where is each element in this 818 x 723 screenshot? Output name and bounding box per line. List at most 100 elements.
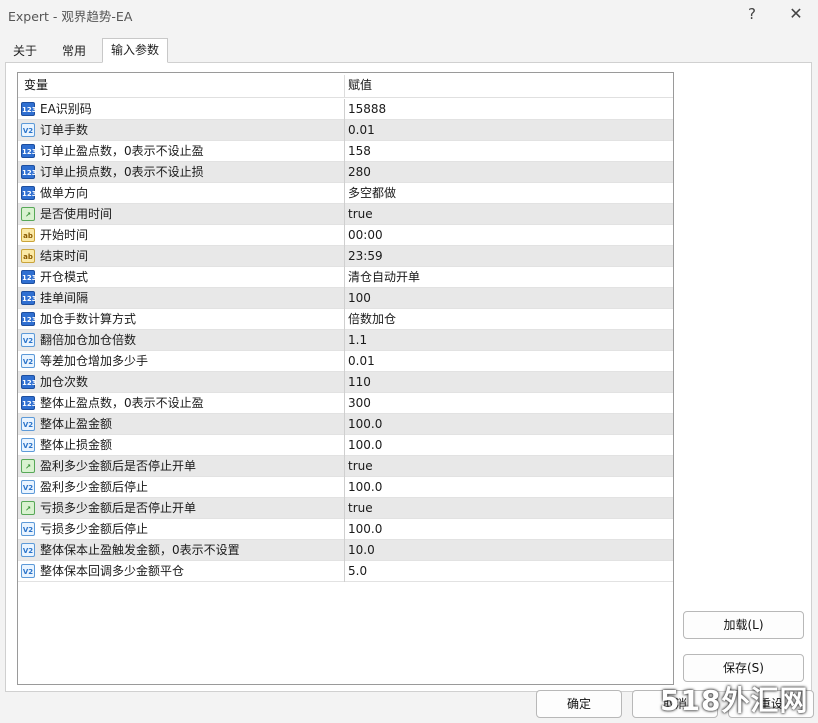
- column-header-variable[interactable]: 变量: [24, 73, 48, 98]
- param-name: 做单方向: [40, 186, 89, 200]
- table-row[interactable]: 123 开仓模式 清仓自动开单: [18, 267, 673, 288]
- double-param-icon: V2: [21, 564, 35, 578]
- table-row[interactable]: ab 开始时间 00:00: [18, 225, 673, 246]
- param-value[interactable]: 0.01: [348, 351, 375, 372]
- param-name: 加仓手数计算方式: [40, 312, 137, 326]
- table-row[interactable]: ab 结束时间 23:59: [18, 246, 673, 267]
- table-row[interactable]: ↗ 是否使用时间 true: [18, 204, 673, 225]
- table-row[interactable]: 123 订单止损点数，0表示不设止损 280: [18, 162, 673, 183]
- close-icon[interactable]: ✕: [782, 3, 810, 25]
- param-value[interactable]: true: [348, 498, 373, 519]
- param-name: 订单止损点数，0表示不设止损: [40, 165, 204, 179]
- int-param-icon: 123: [21, 186, 37, 200]
- param-name: 翻倍加仓加仓倍数: [40, 333, 137, 347]
- table-row[interactable]: V2 整体保本止盈触发金额，0表示不设置 10.0: [18, 540, 673, 561]
- parameters-grid[interactable]: 变量 赋值 123 EA识别码 15888 V2 订单手数 0.01 123 订单止盈点数，0…: [17, 72, 674, 685]
- param-value[interactable]: true: [348, 204, 373, 225]
- table-row[interactable]: V2 等差加仓增加多少手 0.01: [18, 351, 673, 372]
- param-name: 亏损多少金额后是否停止开单: [40, 501, 197, 515]
- param-name: 盈利多少金额后停止: [40, 480, 149, 494]
- param-name: 整体保本回调多少金额平仓: [40, 564, 185, 578]
- double-param-icon: V2: [21, 543, 35, 557]
- bool-param-icon: ↗: [21, 207, 35, 221]
- int-param-icon: 123: [21, 396, 37, 410]
- int-param-icon: 123: [21, 270, 37, 284]
- param-value[interactable]: 158: [348, 141, 371, 162]
- param-name: 开始时间: [40, 228, 89, 242]
- param-value[interactable]: 100.0: [348, 477, 382, 498]
- int-param-icon: 123: [21, 375, 37, 389]
- table-row[interactable]: 123 整体止盈点数，0表示不设止盈 300: [18, 393, 673, 414]
- int-param-icon: 123: [21, 291, 37, 305]
- table-row[interactable]: V2 盈利多少金额后停止 100.0: [18, 477, 673, 498]
- bool-param-icon: ↗: [21, 501, 35, 515]
- double-param-icon: V2: [21, 480, 35, 494]
- table-row[interactable]: V2 翻倍加仓加仓倍数 1.1: [18, 330, 673, 351]
- table-row[interactable]: V2 整体止损金额 100.0: [18, 435, 673, 456]
- ok-button[interactable]: 确定: [536, 690, 622, 718]
- int-param-icon: 123: [21, 312, 37, 326]
- param-name: 整体止损金额: [40, 438, 113, 452]
- tab-about[interactable]: 关于: [6, 39, 44, 63]
- param-value[interactable]: 5.0: [348, 561, 367, 582]
- tab-inputs[interactable]: 输入参数: [102, 38, 168, 63]
- double-param-icon: V2: [21, 123, 35, 137]
- double-param-icon: V2: [21, 354, 35, 368]
- double-param-icon: V2: [21, 438, 35, 452]
- grid-header: 变量 赋值: [18, 73, 673, 98]
- table-row[interactable]: V2 订单手数 0.01: [18, 120, 673, 141]
- param-value[interactable]: true: [348, 456, 373, 477]
- double-param-icon: V2: [21, 522, 35, 536]
- int-param-icon: 123: [21, 144, 37, 158]
- param-value[interactable]: 100.0: [348, 519, 382, 540]
- param-name: EA识别码: [40, 102, 92, 116]
- param-name: 开仓模式: [40, 270, 89, 284]
- table-row[interactable]: 123 做单方向 多空都做: [18, 183, 673, 204]
- param-value[interactable]: 00:00: [348, 225, 383, 246]
- param-value[interactable]: 300: [348, 393, 371, 414]
- table-row[interactable]: 123 订单止盈点数，0表示不设止盈 158: [18, 141, 673, 162]
- table-row[interactable]: 123 挂单间隔 100: [18, 288, 673, 309]
- int-param-icon: 123: [21, 165, 37, 179]
- tab-common[interactable]: 常用: [52, 39, 96, 63]
- param-value[interactable]: 110: [348, 372, 371, 393]
- param-name: 订单止盈点数，0表示不设止盈: [40, 144, 204, 158]
- param-value[interactable]: 23:59: [348, 246, 383, 267]
- param-value[interactable]: 0.01: [348, 120, 375, 141]
- param-value[interactable]: 1.1: [348, 330, 367, 351]
- param-name: 结束时间: [40, 249, 89, 263]
- table-row[interactable]: 123 加仓次数 110: [18, 372, 673, 393]
- param-value[interactable]: 10.0: [348, 540, 375, 561]
- param-name: 盈利多少金额后是否停止开单: [40, 459, 197, 473]
- param-name: 亏损多少金额后停止: [40, 522, 149, 536]
- param-name: 等差加仓增加多少手: [40, 354, 149, 368]
- column-header-value[interactable]: 赋值: [348, 73, 372, 98]
- param-value[interactable]: 100.0: [348, 414, 382, 435]
- param-value[interactable]: 倍数加仓: [348, 309, 396, 330]
- param-value[interactable]: 15888: [348, 99, 386, 120]
- table-row[interactable]: V2 亏损多少金额后停止 100.0: [18, 519, 673, 540]
- help-icon[interactable]: ?: [738, 3, 766, 25]
- param-value[interactable]: 280: [348, 162, 371, 183]
- double-param-icon: V2: [21, 333, 35, 347]
- table-row[interactable]: ↗ 盈利多少金额后是否停止开单 true: [18, 456, 673, 477]
- param-value[interactable]: 清仓自动开单: [348, 267, 420, 288]
- title-bar: Expert - 观界趋势-EA ? ✕: [0, 0, 818, 30]
- param-name: 加仓次数: [40, 375, 89, 389]
- table-row[interactable]: ↗ 亏损多少金额后是否停止开单 true: [18, 498, 673, 519]
- load-button[interactable]: 加载(L): [683, 611, 804, 639]
- param-value[interactable]: 100: [348, 288, 371, 309]
- param-name: 整体止盈金额: [40, 417, 113, 431]
- param-value[interactable]: 100.0: [348, 435, 382, 456]
- string-param-icon: ab: [21, 249, 35, 263]
- string-param-icon: ab: [21, 228, 35, 242]
- table-row[interactable]: 123 EA识别码 15888: [18, 99, 673, 120]
- table-row[interactable]: 123 加仓手数计算方式 倍数加仓: [18, 309, 673, 330]
- table-row[interactable]: V2 整体止盈金额 100.0: [18, 414, 673, 435]
- param-name: 整体止盈点数，0表示不设止盈: [40, 396, 204, 410]
- table-row[interactable]: V2 整体保本回调多少金额平仓 5.0: [18, 561, 673, 582]
- param-name: 是否使用时间: [40, 207, 113, 221]
- param-value[interactable]: 多空都做: [348, 183, 396, 204]
- save-button[interactable]: 保存(S): [683, 654, 804, 682]
- param-name: 订单手数: [40, 123, 89, 137]
